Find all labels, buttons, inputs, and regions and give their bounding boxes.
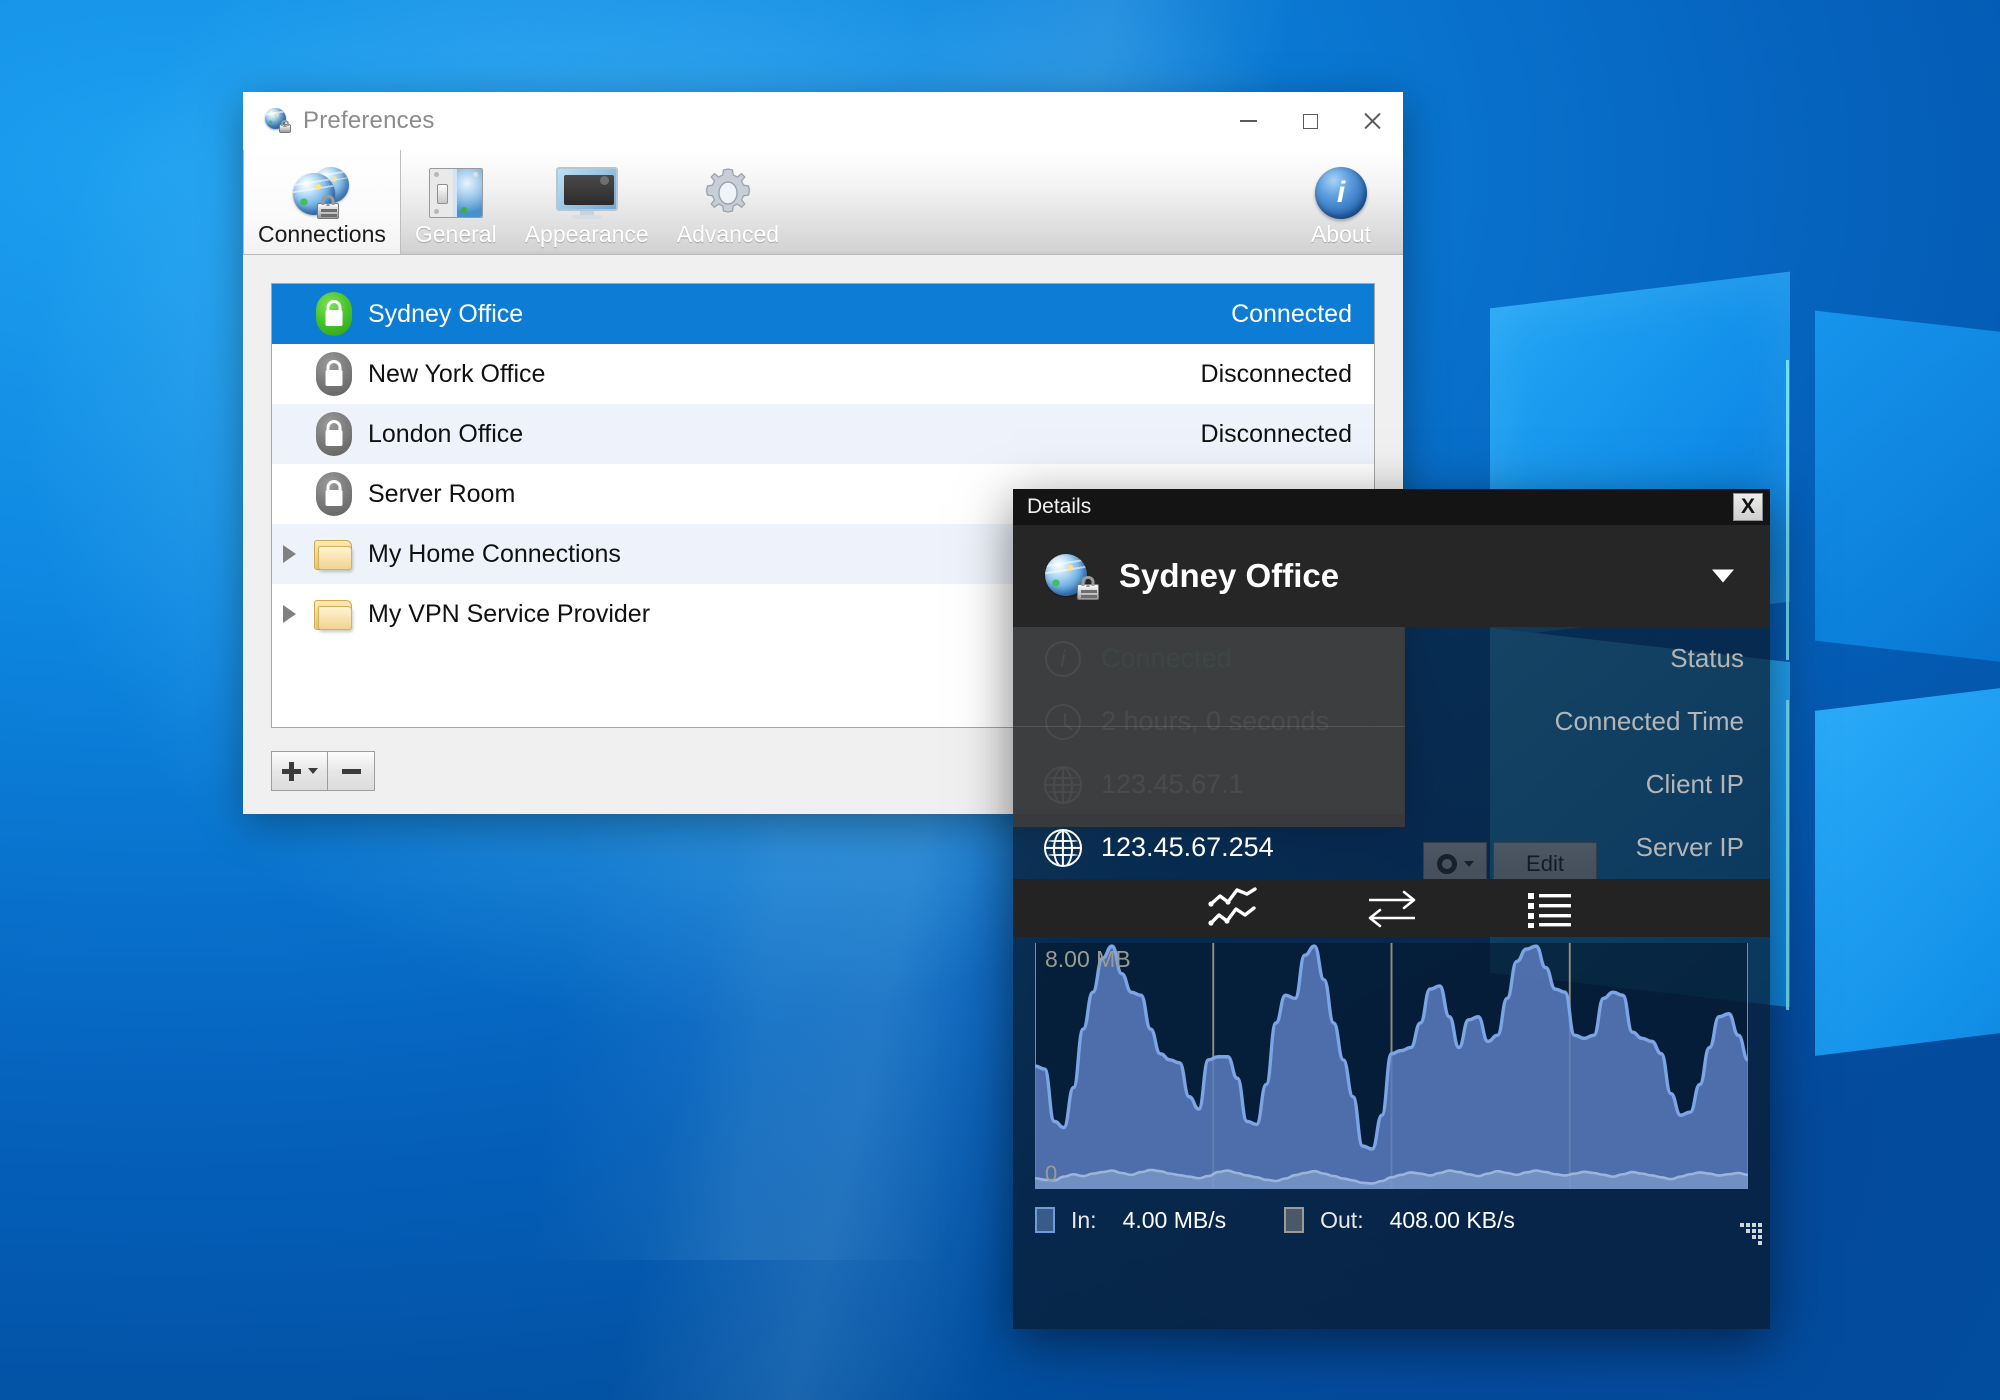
tab-connections[interactable]: Connections <box>243 150 401 254</box>
traffic-chart: 8.00 MB 0 <box>1035 943 1748 1189</box>
details-connected-time-value: 2 hours, 0 seconds <box>1101 706 1330 736</box>
details-window: Details X Sydney Office i Connected Stat… <box>1013 489 1770 1329</box>
traffic-chart-svg <box>1035 943 1748 1189</box>
title-bar: Preferences <box>243 92 1403 150</box>
maximize-button[interactable] <box>1279 92 1341 150</box>
details-row-client-ip: 123.45.67.1 Client IP <box>1013 753 1770 816</box>
connection-name: My Home Connections <box>368 539 621 568</box>
details-connected-time-label: Connected Time <box>1554 706 1744 736</box>
tab-appearance-label: Appearance <box>524 221 649 247</box>
minimize-button[interactable] <box>1217 92 1279 150</box>
connection-row[interactable]: London Office Disconnected <box>272 404 1374 464</box>
legend-in-label: In: <box>1071 1206 1097 1233</box>
connection-name: My VPN Service Provider <box>368 599 651 628</box>
folder-icon <box>306 598 362 631</box>
connection-name: London Office <box>368 419 524 448</box>
tab-transfer[interactable] <box>1361 887 1423 929</box>
details-info-list: i Connected Status 2 hours, 0 seconds Co… <box>1013 627 1770 879</box>
details-header: Sydney Office <box>1013 525 1770 627</box>
window-title: Preferences <box>303 107 435 134</box>
globe-lock-icon <box>265 108 291 134</box>
plus-icon <box>281 761 301 781</box>
legend-swatch-in <box>1035 1207 1055 1233</box>
clock-icon <box>1041 703 1085 740</box>
details-client-ip-label: Client IP <box>1645 769 1744 799</box>
caret-down-icon <box>307 768 318 774</box>
maximize-icon <box>1302 113 1318 129</box>
resize-grip-icon[interactable] <box>1740 1223 1762 1245</box>
advanced-gear-icon <box>700 165 756 221</box>
appearance-monitor-icon <box>555 165 618 221</box>
tab-list[interactable] <box>1519 887 1581 929</box>
line-chart-icon <box>1207 887 1257 926</box>
lock-gray-icon <box>306 412 362 456</box>
tab-general-label: General <box>414 221 497 247</box>
tab-appearance[interactable]: Appearance <box>511 150 663 254</box>
remove-connection-button[interactable] <box>327 751 375 791</box>
details-row-connected-time: 2 hours, 0 seconds Connected Time <box>1013 690 1770 753</box>
connection-row[interactable]: Sydney Office Connected <box>272 284 1374 344</box>
tab-advanced-label: Advanced <box>676 221 780 247</box>
details-server-ip-label: Server IP <box>1635 832 1744 862</box>
connection-name: Server Room <box>368 479 516 508</box>
chart-y-max-label: 8.00 MB <box>1045 946 1131 972</box>
list-icon <box>1527 893 1571 928</box>
details-row-server-ip: 123.45.67.254 Server IP <box>1013 816 1770 879</box>
expand-triangle-icon[interactable] <box>272 545 306 563</box>
tab-about-label: About <box>1310 221 1372 247</box>
globe-icon <box>1041 828 1085 867</box>
connection-row[interactable]: New York Office Disconnected <box>272 344 1374 404</box>
details-graph-tabs <box>1013 879 1770 937</box>
close-button[interactable] <box>1341 92 1403 150</box>
tab-toolbar: Connections General Appearance Advanced … <box>243 150 1403 255</box>
details-status-value: Connected <box>1101 643 1232 673</box>
details-server-ip-value: 123.45.67.254 <box>1101 832 1274 862</box>
info-circle-icon: i <box>1041 640 1085 677</box>
window-controls <box>1217 92 1403 150</box>
lock-gray-icon <box>306 472 362 516</box>
chevron-down-icon[interactable] <box>1712 569 1734 583</box>
chart-y-min-label: 0 <box>1045 1161 1058 1186</box>
details-title-bar: Details X <box>1013 489 1770 525</box>
transfer-arrows-icon <box>1368 890 1415 928</box>
expand-triangle-icon[interactable] <box>272 605 306 623</box>
legend-out-value: 408.00 KB/s <box>1389 1206 1515 1233</box>
legend-swatch-out <box>1284 1207 1305 1233</box>
connection-status: Disconnected <box>1200 359 1352 388</box>
connection-name: Sydney Office <box>368 299 524 328</box>
legend-in-value: 4.00 MB/s <box>1122 1206 1227 1233</box>
details-row-status: i Connected Status <box>1013 627 1770 690</box>
info-circle-icon: i <box>1315 165 1367 221</box>
minimize-icon <box>1239 120 1257 122</box>
globe-lock-icon <box>1045 552 1101 600</box>
close-icon <box>1363 112 1381 130</box>
tab-advanced[interactable]: Advanced <box>663 150 793 254</box>
general-switch-icon <box>428 165 483 221</box>
tab-general[interactable]: General <box>401 150 511 254</box>
connection-status: Disconnected <box>1200 419 1352 448</box>
globe-icon <box>1041 765 1085 804</box>
connection-status: Connected <box>1231 299 1352 328</box>
add-connection-button[interactable] <box>271 751 327 791</box>
connections-globes-icon <box>291 165 353 221</box>
details-close-button[interactable]: X <box>1733 493 1763 521</box>
folder-icon <box>306 538 362 571</box>
tab-graph[interactable] <box>1203 887 1265 929</box>
lock-gray-icon <box>306 352 362 396</box>
chart-legend: In: 4.00 MB/s Out: 408.00 KB/s <box>1013 1189 1770 1251</box>
legend-out-label: Out: <box>1320 1206 1364 1233</box>
connection-name: New York Office <box>368 359 546 388</box>
details-client-ip-value: 123.45.67.1 <box>1101 769 1244 799</box>
tab-connections-label: Connections <box>258 221 386 247</box>
tab-about[interactable]: i About <box>1289 150 1393 254</box>
details-connection-name: Sydney Office <box>1119 557 1340 594</box>
details-status-label: Status <box>1670 643 1744 673</box>
details-title: Details <box>1027 495 1092 518</box>
minus-icon <box>341 768 361 774</box>
lock-green-icon <box>306 292 362 336</box>
